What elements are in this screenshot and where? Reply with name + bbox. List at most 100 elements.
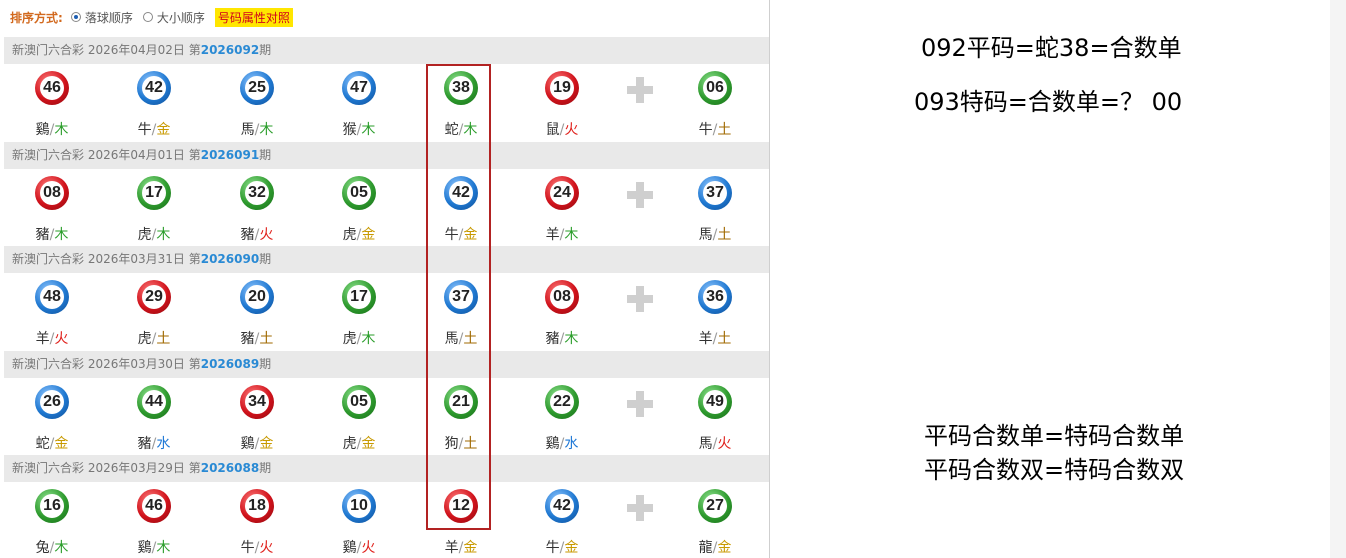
ball-red: 46 — [35, 71, 69, 105]
ball-attribute-label: 鷄/水 — [529, 433, 595, 453]
number-attribute-button[interactable]: 号码属性对照 — [214, 7, 293, 27]
element-label: 土 — [463, 435, 478, 452]
ball-attribute-label: 虎/土 — [121, 328, 187, 348]
ball-number: 24 — [550, 180, 574, 205]
ball-attribute-label: 豬/火 — [224, 224, 290, 244]
ball-number: 26 — [40, 389, 64, 414]
ball-number: 27 — [703, 494, 727, 518]
ball-attribute-label: 虎/木 — [121, 224, 187, 244]
sort-option-draw-order[interactable]: 落球顺序 — [70, 9, 133, 26]
element-label: 土 — [156, 331, 171, 347]
ball-number: 34 — [245, 389, 269, 414]
element-label: 金 — [564, 540, 579, 556]
element-label: 火 — [717, 435, 732, 452]
element-label: 木 — [259, 122, 274, 138]
element-label: 火 — [54, 331, 69, 347]
ball-blue: 37 — [444, 280, 478, 314]
ball-attribute-label: 牛/金 — [428, 224, 494, 244]
ball-blue: 47 — [342, 71, 376, 105]
ball-green: 44 — [137, 384, 171, 419]
element-label: 金 — [717, 540, 732, 556]
element-label: 金 — [361, 226, 376, 243]
ball-blue: 42 — [137, 71, 171, 105]
ball-number: 19 — [550, 76, 574, 100]
radio-selected-icon[interactable] — [70, 12, 81, 22]
ball-green: 27 — [698, 489, 732, 523]
ball-blue: 25 — [240, 71, 274, 105]
zodiac-label: 猴 — [342, 122, 357, 138]
ball-number: 17 — [142, 180, 166, 205]
element-label: 土 — [717, 226, 732, 243]
ball-number: 36 — [703, 285, 727, 309]
element-label: 木 — [361, 122, 376, 138]
draw-number: 2026091 — [200, 147, 260, 162]
ball-attribute-label: 蛇/木 — [428, 119, 494, 139]
draw-header-suffix: 期 — [259, 252, 272, 266]
ball-number: 38 — [449, 76, 473, 100]
zodiac-label: 牛 — [698, 122, 713, 138]
ball-attribute-label: 鷄/木 — [19, 119, 85, 139]
ball-blue: 42 — [444, 175, 478, 210]
zodiac-label: 牛 — [545, 540, 560, 556]
element-label: 水 — [156, 435, 171, 452]
ball-attribute-label: 牛/金 — [529, 537, 595, 557]
ball-attribute-label: 猴/木 — [326, 119, 392, 139]
zodiac-label: 豬 — [137, 435, 152, 452]
draw-header-date: 新澳门六合彩 2026年03月30日 第 — [12, 356, 201, 371]
zodiac-label: 兔 — [35, 540, 50, 556]
zodiac-label: 豬 — [240, 331, 255, 347]
radio-unselected-icon[interactable] — [142, 12, 153, 22]
zodiac-label: 蛇 — [35, 435, 50, 452]
zodiac-label: 虎 — [342, 331, 357, 347]
element-label: 木 — [463, 122, 478, 138]
zodiac-label: 馬 — [698, 226, 713, 243]
element-label: 木 — [564, 331, 579, 347]
ball-number: 06 — [703, 76, 727, 100]
element-label: 火 — [259, 540, 274, 556]
ball-number: 29 — [142, 285, 166, 309]
ball-attribute-label: 鷄/火 — [326, 537, 392, 557]
plus-icon — [625, 493, 655, 523]
draw-header: 新澳门六合彩 2026年04月02日 第2026092期 — [4, 37, 769, 64]
draw-header-suffix: 期 — [259, 43, 272, 57]
ball-number: 42 — [142, 76, 166, 100]
zodiac-label: 馬 — [698, 435, 713, 452]
ball-number: 37 — [703, 180, 727, 205]
note-line-1: 092平码=蛇38=合数单 — [921, 34, 1182, 62]
element-label: 土 — [717, 331, 732, 347]
zodiac-label: 牛 — [137, 122, 152, 138]
ball-number: 42 — [449, 180, 473, 205]
sort-bar: 排序方式: 落球顺序 大小顺序 号码属性对照 — [10, 6, 293, 28]
draw-header: 新澳门六合彩 2026年04月01日 第2026091期 — [4, 141, 769, 169]
ball-attribute-label: 豬/水 — [121, 433, 187, 453]
ball-red: 34 — [240, 384, 274, 419]
draw-header-suffix: 期 — [259, 461, 272, 475]
element-label: 金 — [463, 226, 478, 243]
element-label: 土 — [717, 122, 732, 138]
zodiac-label: 鷄 — [137, 540, 152, 556]
element-label: 木 — [54, 540, 69, 556]
zodiac-label: 牛 — [444, 226, 459, 243]
ball-number: 47 — [347, 76, 371, 100]
ball-attribute-label: 羊/土 — [682, 328, 748, 348]
ball-green: 05 — [342, 175, 376, 210]
element-label: 水 — [564, 435, 579, 452]
zodiac-label: 牛 — [240, 540, 255, 556]
sort-option-size-order[interactable]: 大小顺序 — [142, 9, 205, 26]
ball-green: 16 — [35, 489, 69, 523]
ball-green: 06 — [698, 71, 732, 105]
draw-header-date: 新澳门六合彩 2026年04月01日 第 — [12, 147, 201, 162]
lottery-results-panel: 排序方式: 落球顺序 大小顺序 号码属性对照 新澳门六合彩 2026年04月02… — [0, 0, 770, 558]
zodiac-label: 虎 — [137, 226, 152, 243]
ball-number: 21 — [449, 389, 473, 414]
ball-number: 05 — [347, 180, 371, 205]
draw-header-date: 新澳门六合彩 2026年03月31日 第 — [12, 252, 201, 266]
ball-number: 08 — [550, 285, 574, 309]
element-label: 木 — [54, 122, 69, 138]
ball-attribute-label: 牛/火 — [224, 537, 290, 557]
sort-option-draw-order-label: 落球顺序 — [84, 10, 133, 25]
sort-option-size-order-label: 大小顺序 — [156, 10, 205, 25]
draw-header-date: 新澳门六合彩 2026年04月02日 第 — [12, 43, 201, 57]
ball-red: 08 — [35, 175, 69, 210]
ball-attribute-label: 豬/木 — [19, 224, 85, 244]
